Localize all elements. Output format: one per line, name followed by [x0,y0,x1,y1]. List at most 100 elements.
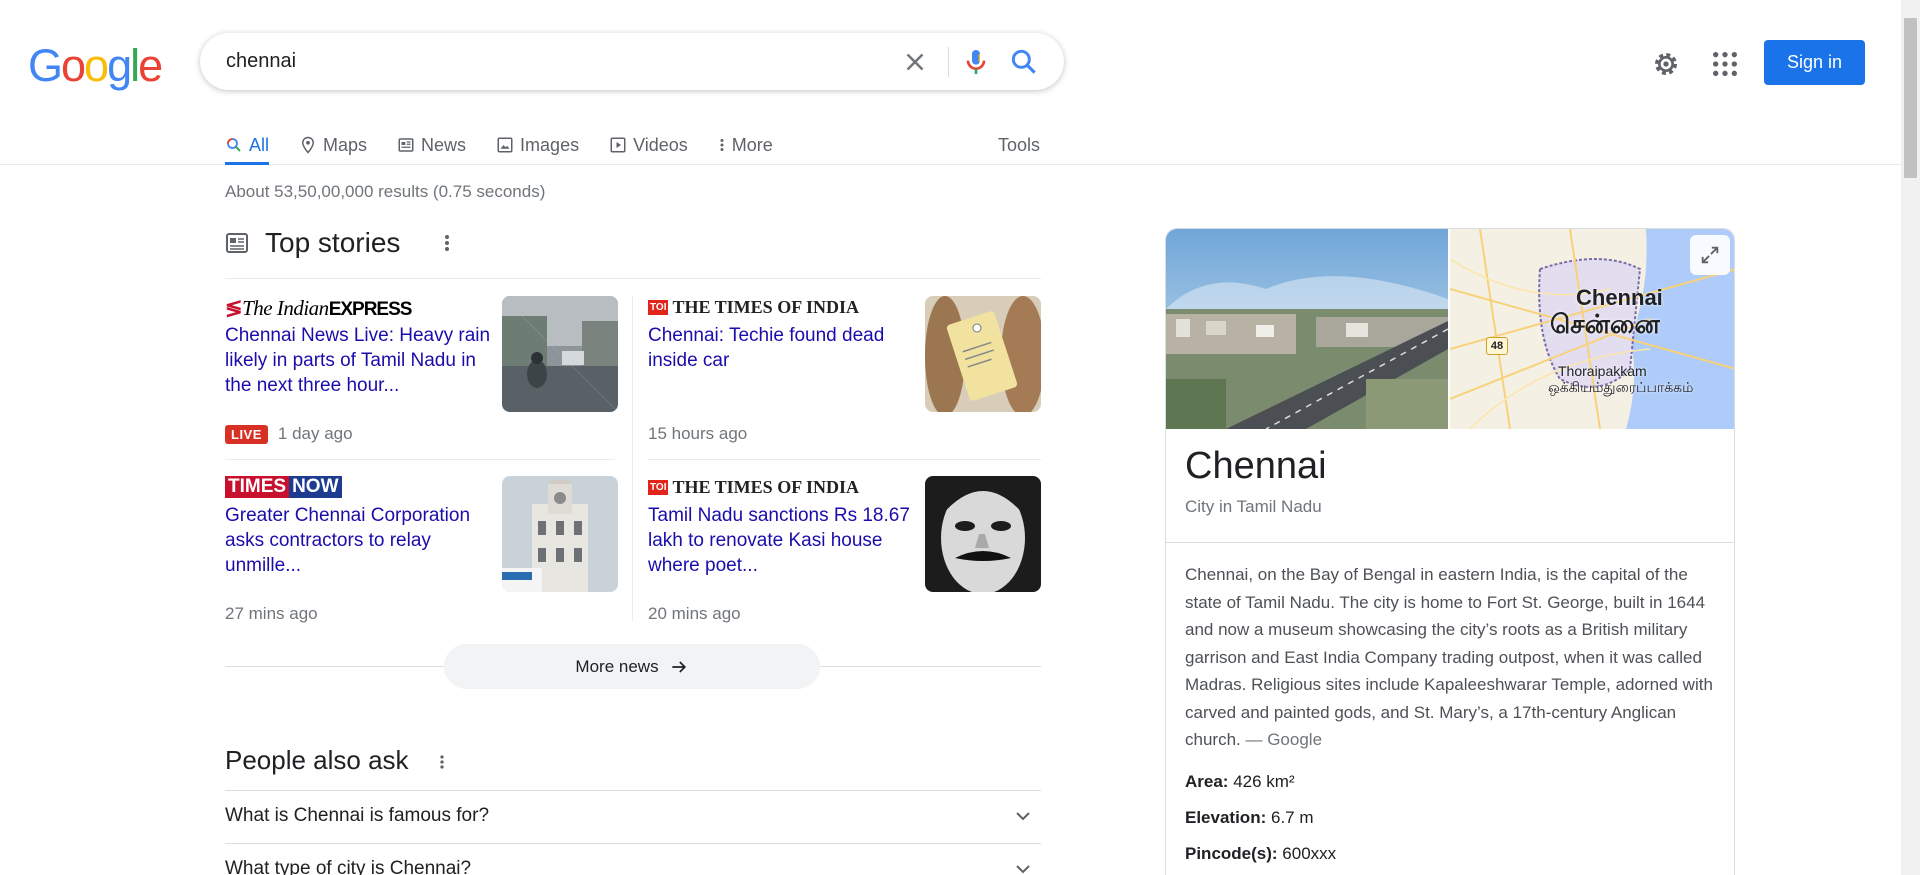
tab-label: Maps [323,134,368,155]
story-thumbnail[interactable] [925,476,1041,592]
page-scrollbar[interactable] [1901,0,1920,875]
search-tabs: All Maps News Images Videos More [225,125,803,165]
news-story[interactable]: TOI THE TIMES OF INDIA Tamil Nadu sanctio… [648,466,1048,632]
story-time: 15 hours ago [648,424,748,443]
city-photo[interactable] [1166,229,1448,429]
fact-row: Area: 426 km² [1185,772,1295,792]
story-headline[interactable]: Chennai News Live: Heavy rain likely in … [225,323,495,398]
people-also-ask-title: People also ask [225,745,409,775]
tab-news[interactable]: News [397,125,466,165]
google-logo[interactable]: Google [28,40,163,92]
more-news-label: More news [575,656,659,676]
search-input[interactable] [226,48,826,74]
map-label: ஒக்கியம்துரைப்பாக்கம் [1548,379,1694,395]
fact-row: Elevation: 6.7 m [1185,808,1314,828]
tab-all[interactable]: All [225,125,270,165]
map-label: சென்னை [1550,309,1660,339]
paa-question[interactable]: What is Chennai is famous for? [225,790,1041,842]
fact-label[interactable]: Elevation: [1185,808,1266,827]
tab-label: All [249,134,270,155]
source-name: THE TIMES OF INDIA [672,476,860,497]
entity-title: Chennai [1185,445,1327,487]
source-logo-times-now: TIMES NOW [225,476,342,498]
search-divider [948,47,949,77]
tab-images[interactable]: Images [496,125,579,165]
entity-description: Chennai, on the Bay of Bengal in eastern… [1185,561,1720,754]
tab-label: Videos [633,134,688,155]
source-name: THE TIMES OF INDIA [672,296,860,317]
source-name: NOW [289,476,342,498]
expand-icon[interactable] [1690,235,1730,275]
story-meta: 27 mins ago [225,604,318,624]
scrollbar-thumb[interactable] [1904,18,1917,178]
story-thumbnail[interactable] [502,296,618,412]
newspaper-icon [398,138,414,152]
story-thumbnail[interactable] [502,476,618,592]
source-logo-times-of-india: TOI THE TIMES OF INDIA [648,296,859,318]
fact-label[interactable]: Area: [1185,772,1228,791]
road-badge: 48 [1486,337,1508,355]
story-headline[interactable]: Greater Chennai Corporation asks contrac… [225,503,495,578]
tab-maps[interactable]: Maps [299,125,367,165]
description-text: Chennai, on the Bay of Bengal in eastern… [1185,565,1713,749]
play-icon [610,137,626,153]
story-headline[interactable]: Chennai: Techie found dead inside car [648,323,918,373]
source-name: TIMES [225,476,290,498]
paa-question[interactable]: What type of city is Chennai? [225,843,1041,875]
tab-videos[interactable]: Videos [609,125,688,165]
fact-value: 426 km² [1233,772,1295,791]
story-time: 27 mins ago [225,604,318,623]
source-logo-times-of-india: TOI THE TIMES OF INDIA [648,476,859,498]
image-icon [497,137,513,153]
news-story[interactable]: ≶The IndianEXPRESS Chennai News Live: He… [225,286,625,452]
news-story[interactable]: TOI THE TIMES OF INDIA Chennai: Techie fo… [648,286,1048,452]
fact-row: Pincode(s): 600xxx [1185,844,1336,864]
story-time: 1 day ago [277,424,353,443]
pin-icon [302,136,315,154]
top-stories-header: Top stories [225,225,1041,279]
story-thumbnail[interactable] [925,296,1041,412]
story-headline[interactable]: Tamil Nadu sanctions Rs 18.67 lakh to re… [648,503,918,578]
clear-icon[interactable] [900,47,930,77]
top-stories-title: Top stories [265,227,401,258]
more-options-icon[interactable] [435,231,459,255]
story-meta: 20 mins ago [648,604,741,624]
fact-label[interactable]: Pincode(s): [1185,844,1278,863]
stories-divider [648,459,1041,460]
description-source-link[interactable]: — Google [1245,730,1322,749]
source-badge: TOI [648,479,669,495]
search-box [200,33,1064,90]
story-meta: LIVE 1 day ago [225,424,353,444]
entity-subtitle: City in Tamil Nadu [1185,497,1322,516]
more-news-button[interactable]: More news [444,644,820,689]
tab-label: Images [520,134,580,155]
source-name: The Indian [242,296,329,320]
paa-question-text: What type of city is Chennai? [225,858,472,875]
sign-in-button[interactable]: Sign in [1764,40,1865,85]
source-name: EXPRESS [328,299,413,320]
source-logo-indian-express: ≶The IndianEXPRESS [225,296,413,320]
chevron-down-icon [1016,865,1030,874]
tab-label: News [421,134,467,155]
paa-question-text: What is Chennai is famous for? [225,805,490,826]
tools-button[interactable]: Tools [998,125,1040,165]
more-options-icon[interactable] [432,750,452,774]
knowledge-panel: Chennai சென்னை Thoraipakkam ஒக்கியம்துரை… [1165,228,1735,875]
search-icon[interactable] [1008,46,1040,78]
stories-divider [225,459,615,460]
newspaper-icon [226,233,248,253]
kebab-icon [720,139,724,151]
stories-divider [632,296,633,621]
map-label: Chennai [1576,285,1663,310]
microphone-icon[interactable] [960,46,992,78]
news-story[interactable]: TIMES NOW Greater Chennai Corporation ask… [225,466,625,632]
tab-more[interactable]: More [718,125,773,165]
panel-divider [1166,542,1734,543]
fact-value: 600xxx [1282,844,1337,863]
chevron-down-icon [1016,812,1030,821]
arrow-right-icon [671,660,686,673]
map-label: Thoraipakkam [1558,363,1647,379]
result-stats: About 53,50,00,000 results (0.75 seconds… [225,182,546,201]
settings-gear-icon[interactable] [1650,48,1682,80]
apps-grid-icon[interactable] [1709,48,1741,80]
